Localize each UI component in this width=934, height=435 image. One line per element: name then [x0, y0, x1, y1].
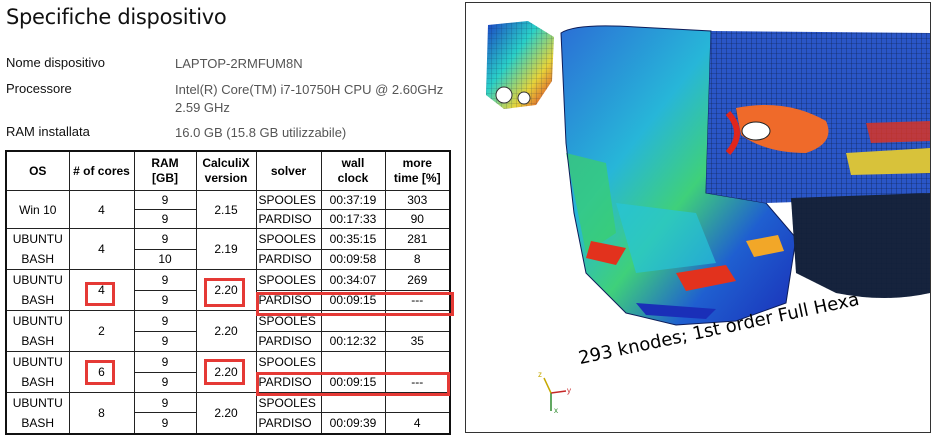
spec-value-ram: 16.0 GB (15.8 GB utilizzabile): [175, 125, 347, 140]
header-solver: solver: [255, 150, 322, 191]
cell-cores: 2: [68, 310, 135, 352]
cell-cores: 4: [68, 190, 135, 229]
cell-wall-clock: 00:09:58: [320, 248, 386, 270]
cell-wall-clock: 00:37:19: [320, 190, 386, 210]
cell-calculix-version: 2.20: [195, 392, 257, 435]
cell-wall-clock: [320, 351, 386, 373]
cell-more-time: 4: [384, 412, 451, 435]
cell-os: UBUNTU BASH: [5, 228, 70, 270]
highlight-version-2-20-b: [204, 359, 245, 385]
cell-calculix-version: 2.20: [195, 310, 257, 352]
cell-ram: 10: [133, 248, 197, 270]
cell-more-time: 35: [384, 330, 451, 352]
cell-calculix-version: 2.19: [195, 228, 257, 270]
cell-solver: PARDISO: [255, 412, 322, 435]
cylinder-part: [791, 193, 930, 298]
cell-os: UBUNTU BASH: [5, 392, 70, 435]
spec-label-device-name: Nome dispositivo: [6, 55, 105, 70]
cell-ram: 9: [133, 412, 197, 435]
highlight-version-2-20-a: [204, 278, 245, 307]
cell-more-time: 269: [384, 269, 451, 291]
highlight-cores-4: [85, 282, 115, 306]
cell-ram: 9: [133, 190, 197, 210]
header-more-time: more time [%]: [384, 150, 451, 191]
spec-value-processor: Intel(R) Core(TM) i7-10750H CPU @ 2.60GH…: [175, 81, 443, 117]
axis-label-z: z: [538, 370, 542, 379]
cell-more-time: 303: [384, 190, 451, 210]
cell-more-time: [384, 351, 451, 373]
cell-ram: 9: [133, 228, 197, 250]
spec-label-processor: Processore: [6, 81, 72, 96]
cell-ram: 9: [133, 269, 197, 291]
fem-render-panel: x y z 293 knodes; 1st order Full Hexa: [465, 2, 931, 433]
axis-label-y: y: [567, 386, 571, 395]
cell-solver: SPOOLES: [255, 190, 322, 210]
cell-solver: PARDISO: [255, 248, 322, 270]
cell-solver: SPOOLES: [255, 269, 322, 291]
header-cores: # of cores: [68, 150, 135, 191]
cell-cores: 8: [68, 392, 135, 435]
axis-label-x: x: [554, 406, 558, 415]
cell-ram: 9: [133, 351, 197, 373]
cell-cores: 4: [68, 228, 135, 270]
cell-os: UBUNTU BASH: [5, 269, 70, 311]
table-header-row: OS # of cores RAM [GB] CalculiX version so…: [5, 150, 451, 191]
cell-wall-clock: 00:09:39: [320, 412, 386, 435]
cell-solver: PARDISO: [255, 330, 322, 352]
table-row: UBUNTU BASH 4 9 2.19 SPOOLES 00:35:15 281: [5, 228, 451, 270]
highlight-cores-6: [85, 360, 115, 385]
cell-ram: 9: [133, 391, 197, 414]
spec-value-device-name: LAPTOP-2RMFUM8N: [175, 56, 303, 71]
header-os: OS: [5, 150, 70, 191]
cell-wall-clock: 00:35:15: [320, 228, 386, 250]
cell-os: UBUNTU BASH: [5, 351, 70, 393]
cell-more-time: 281: [384, 228, 451, 250]
cell-ram: 9: [133, 371, 197, 393]
fem-contour-image: x y z: [486, 21, 930, 415]
highlight-pardiso-row-a: [256, 292, 454, 316]
cell-more-time: 90: [384, 209, 451, 229]
cell-ram: 9: [133, 330, 197, 352]
cell-solver: PARDISO: [255, 209, 322, 229]
cell-os: Win 10: [5, 190, 70, 229]
cell-solver: SPOOLES: [255, 351, 322, 373]
cell-more-time: 8: [384, 248, 451, 270]
thumbnail-part: [486, 21, 554, 109]
cell-ram: 9: [133, 310, 197, 332]
cell-os: UBUNTU BASH: [5, 310, 70, 352]
highlight-pardiso-row-b: [256, 372, 450, 396]
meshed-section: [706, 31, 930, 203]
cell-ram: 9: [133, 289, 197, 311]
cell-wall-clock: 00:12:32: [320, 330, 386, 352]
cell-solver: SPOOLES: [255, 228, 322, 250]
spec-value-processor-line1: Intel(R) Core(TM) i7-10750H CPU @ 2.60GH…: [175, 82, 444, 97]
header-wall-clock: wall clock: [320, 150, 386, 191]
cell-calculix-version: 2.15: [195, 190, 257, 229]
cell-wall-clock: 00:34:07: [320, 269, 386, 291]
spec-value-processor-line2: 2.59 GHz: [175, 100, 230, 115]
axis-triad-icon: x y z: [538, 370, 571, 415]
header-calculix-version: CalculiX version: [195, 150, 257, 191]
specs-title: Specifiche dispositivo: [6, 5, 227, 29]
cell-wall-clock: 00:17:33: [320, 209, 386, 229]
header-ram: RAM [GB]: [133, 150, 197, 191]
spec-label-ram: RAM installata: [6, 124, 90, 139]
cell-ram: 9: [133, 209, 197, 229]
table-row: Win 10 4 9 2.15 SPOOLES 00:37:19 303: [5, 190, 451, 229]
